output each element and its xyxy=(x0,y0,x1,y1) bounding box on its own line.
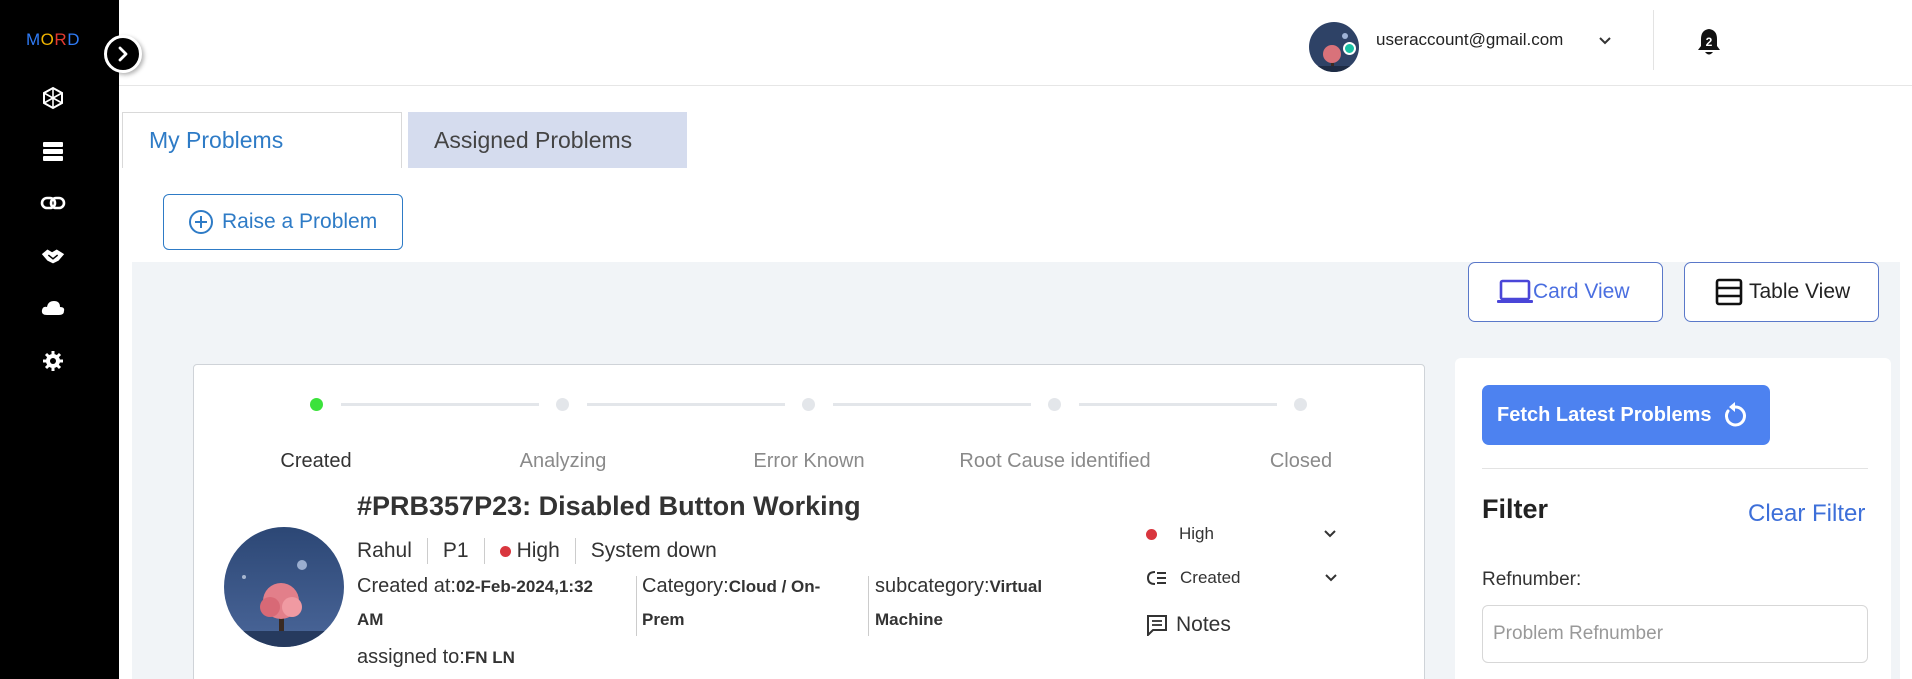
logo: MORD xyxy=(26,30,80,50)
subcategory-info: subcategory:Virtual Machine xyxy=(875,570,1105,636)
app-root: MORD useraccount@gmail.com 2 My Problems… xyxy=(0,0,1912,679)
logo-letter-r: R xyxy=(54,30,68,49)
user-email[interactable]: useraccount@gmail.com xyxy=(1376,30,1563,50)
step-dot-created xyxy=(310,398,323,411)
sidebar: MORD xyxy=(0,0,119,679)
step-line xyxy=(833,403,1031,406)
created-value: 02-Feb-2024,1:32 xyxy=(455,577,593,596)
raise-problem-button[interactable]: Raise a Problem xyxy=(163,194,403,250)
status-select-row: Created xyxy=(1146,563,1348,593)
fetch-latest-button[interactable]: Fetch Latest Problems xyxy=(1482,385,1770,445)
network-icon[interactable] xyxy=(40,85,66,111)
server-icon[interactable] xyxy=(40,138,66,164)
problem-avatar xyxy=(224,527,344,647)
fetch-latest-label: Fetch Latest Problems xyxy=(1497,403,1712,426)
chevron-down-icon xyxy=(1325,574,1337,582)
logo-letter-d: D xyxy=(67,30,80,49)
meta-divider xyxy=(426,538,428,564)
severity-select[interactable]: High xyxy=(1169,519,1347,549)
logo-letter-o: O xyxy=(40,30,55,49)
header-divider xyxy=(1653,10,1654,70)
step-dot-analyzing xyxy=(556,398,569,411)
category-value: Cloud / On- xyxy=(728,577,821,596)
severity-select-row: High xyxy=(1146,519,1347,549)
top-header xyxy=(119,0,1912,86)
refresh-icon xyxy=(1724,402,1746,427)
category-label: Category: xyxy=(642,575,729,597)
settings-icon[interactable] xyxy=(40,348,66,374)
info-divider xyxy=(636,576,637,636)
notification-bell-icon[interactable]: 2 xyxy=(1695,27,1723,57)
meta-divider xyxy=(483,538,485,564)
notification-count: 2 xyxy=(1706,35,1713,49)
notes-label: Notes xyxy=(1176,613,1231,636)
status-select[interactable]: Created xyxy=(1170,563,1348,593)
problem-severity: High xyxy=(516,539,560,562)
online-status-dot xyxy=(1343,42,1356,55)
step-dot-error-known xyxy=(802,398,815,411)
chevron-right-icon xyxy=(118,46,128,62)
severity-dot xyxy=(499,545,511,557)
subcategory-label: subcategory: xyxy=(875,575,990,597)
step-dot-closed xyxy=(1294,398,1307,411)
problem-impact: System down xyxy=(590,539,717,562)
severity-select-value: High xyxy=(1179,524,1214,543)
assigned-value: FN LN xyxy=(464,648,515,667)
step-dot-root-cause xyxy=(1048,398,1061,411)
sidebar-toggle-button[interactable] xyxy=(104,35,142,73)
filter-divider xyxy=(1482,468,1868,469)
plus-circle-icon xyxy=(189,210,213,234)
problem-meta-row: Rahul P1 High System down xyxy=(357,538,717,564)
created-label: Created at: xyxy=(357,575,456,597)
list-status-icon xyxy=(1146,571,1166,585)
category-value-cont: Prem xyxy=(642,610,685,629)
chevron-down-icon[interactable] xyxy=(1598,33,1612,51)
notes-icon xyxy=(1147,615,1167,636)
refnumber-label: Refnumber: xyxy=(1482,569,1582,590)
card-view-label: Card View xyxy=(1533,280,1630,303)
severity-select-dot xyxy=(1146,528,1157,540)
table-icon xyxy=(1715,278,1743,306)
status-select-value: Created xyxy=(1180,568,1241,587)
clear-filter-link[interactable]: Clear Filter xyxy=(1748,500,1865,528)
refnumber-input[interactable] xyxy=(1482,605,1868,663)
tab-assigned-problems[interactable]: Assigned Problems xyxy=(408,112,687,168)
table-view-label: Table View xyxy=(1749,280,1851,303)
problem-owner: Rahul xyxy=(357,539,412,562)
laptop-icon xyxy=(1497,279,1533,303)
link-icon[interactable] xyxy=(40,190,66,216)
handshake-icon[interactable] xyxy=(40,243,66,269)
raise-problem-label: Raise a Problem xyxy=(222,210,378,233)
step-label-root-cause: Root Cause identified xyxy=(959,450,1151,472)
assigned-label: assigned to: xyxy=(357,646,465,668)
assigned-info: assigned to:FN LN xyxy=(357,646,515,669)
created-value-cont: AM xyxy=(357,610,384,629)
logo-letter-m: M xyxy=(26,30,41,49)
notes-button[interactable]: Notes xyxy=(1146,613,1231,637)
created-info: Created at:02-Feb-2024,1:32 AM xyxy=(357,570,637,636)
category-info: Category:Cloud / On- Prem xyxy=(642,570,867,636)
step-label-created: Created xyxy=(280,450,352,472)
chevron-down-icon xyxy=(1324,530,1336,538)
table-view-button[interactable]: Table View xyxy=(1684,262,1879,322)
cloud-icon[interactable] xyxy=(40,295,66,321)
step-label-analyzing: Analyzing xyxy=(519,450,607,472)
tab-my-problems[interactable]: My Problems xyxy=(122,112,402,168)
meta-divider xyxy=(574,538,576,564)
problem-priority: P1 xyxy=(442,539,469,562)
card-view-button[interactable]: Card View xyxy=(1468,262,1663,322)
info-divider xyxy=(868,576,869,636)
problem-title[interactable]: #PRB357P23: Disabled Button Working xyxy=(357,491,861,522)
step-label-closed: Closed xyxy=(1269,450,1333,472)
step-label-error-known: Error Known xyxy=(753,450,865,472)
step-line xyxy=(341,403,539,406)
subcategory-value-cont: Machine xyxy=(875,610,944,629)
step-line xyxy=(587,403,785,406)
step-line xyxy=(1079,403,1277,406)
subcategory-value: Virtual xyxy=(989,577,1043,596)
filter-title: Filter xyxy=(1482,494,1549,524)
